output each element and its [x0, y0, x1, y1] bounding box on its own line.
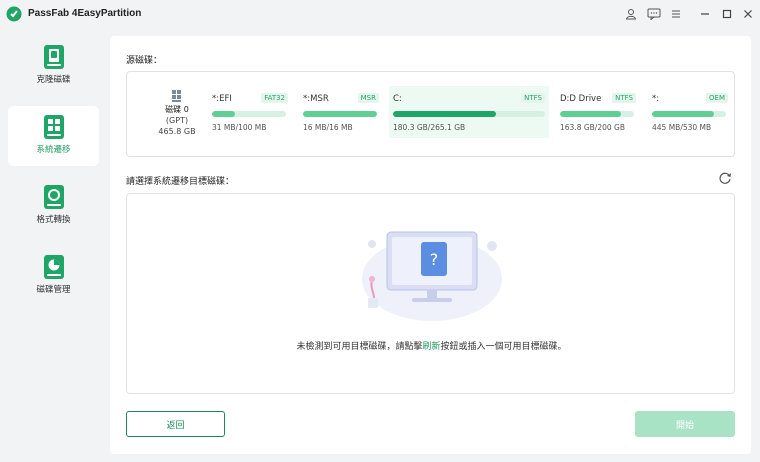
partition-size: 31 MB/100 MB — [212, 123, 267, 132]
system-migration-icon — [43, 115, 64, 139]
partition-usage-bar — [303, 111, 377, 117]
partition-usage-fill — [560, 111, 621, 117]
partition-efi[interactable]: *:EFI FAT32 31 MB/100 MB — [212, 86, 288, 138]
partition-usage-bar — [212, 111, 286, 117]
partition-fs-badge: MSR — [357, 93, 379, 103]
partition-usage-fill — [393, 111, 497, 117]
minimize-icon[interactable] — [697, 6, 713, 22]
refresh-link[interactable]: 刷新 — [422, 342, 440, 352]
partition-name: *:MSR — [303, 94, 329, 104]
partition-size: 445 MB/530 MB — [652, 123, 712, 132]
partition-size: 16 MB/16 MB — [303, 123, 353, 132]
partition-usage-bar — [560, 111, 634, 117]
partition-oem[interactable]: *: OEM 445 MB/530 MB — [652, 86, 728, 138]
windows-disk-icon — [172, 90, 181, 102]
partition-msr[interactable]: *:MSR MSR 16 MB/16 MB — [303, 86, 379, 138]
format-convert-icon — [43, 185, 64, 209]
sidebar-item-label: 格式轉換 — [36, 215, 71, 225]
close-icon[interactable] — [740, 6, 756, 22]
partition-fs-badge: FAT32 — [261, 93, 288, 103]
sidebar-item-disk-management[interactable]: 磁碟管理 — [8, 246, 99, 306]
partition-name: *:EFI — [212, 94, 232, 104]
empty-message-text: 未檢測到可用目標磁碟，請點擊 — [296, 342, 423, 352]
back-button[interactable]: 返回 — [126, 411, 225, 437]
partition-fs-badge: OEM — [706, 93, 728, 103]
partition-usage-bar — [393, 111, 545, 117]
partition-name: C: — [393, 94, 402, 104]
maximize-icon[interactable] — [719, 6, 735, 22]
partition-usage-fill — [652, 111, 715, 117]
sidebar: 克隆磁碟 系統遷移 格式轉換 磁碟管理 — [0, 36, 108, 462]
partition-c[interactable]: C: NTFS 180.3 GB/265.1 GB — [389, 86, 549, 138]
disk-management-icon — [43, 255, 64, 279]
sidebar-item-label: 磁碟管理 — [36, 285, 71, 295]
no-disk-illustration: ? — [362, 231, 502, 321]
feedback-icon[interactable] — [646, 6, 662, 22]
source-disk-label: 源磁碟： — [126, 56, 163, 66]
target-disk-label: 請選擇系統遷移目標磁碟： — [126, 177, 235, 187]
main-panel: 源磁碟： 磁碟 0 (GPT) 465.8 GB *:EFI FAT32 31 … — [110, 36, 751, 454]
sidebar-item-label: 克隆磁碟 — [36, 75, 71, 85]
app-title: PassFab 4EasyPartition — [28, 8, 142, 19]
sidebar-item-clone-disk[interactable]: 克隆磁碟 — [8, 36, 99, 96]
partition-size: 180.3 GB/265.1 GB — [393, 123, 466, 132]
menu-icon[interactable] — [668, 6, 684, 22]
disk-size: 465.8 GB — [158, 127, 196, 136]
disk-name: 磁碟 0 — [165, 105, 189, 114]
sidebar-item-format-convert[interactable]: 格式轉換 — [8, 176, 99, 236]
start-button[interactable]: 開始 — [635, 411, 735, 437]
partition-name: D:D Drive — [560, 94, 602, 104]
partition-usage-bar — [652, 111, 726, 117]
partition-fs-badge: NTFS — [521, 93, 545, 103]
partition-fs-badge: NTFS — [612, 93, 636, 103]
partition-usage-fill — [212, 111, 235, 117]
svg-text:?: ? — [430, 250, 439, 269]
clone-disk-icon — [43, 45, 64, 69]
empty-message-text: 按鈕或插入一個可用目標磁碟。 — [440, 342, 567, 352]
sidebar-item-system-migration[interactable]: 系統遷移 — [8, 106, 99, 166]
partition-d[interactable]: D:D Drive NTFS 163.8 GB/200 GB — [560, 86, 636, 138]
refresh-icon[interactable] — [718, 171, 732, 185]
sidebar-item-label: 系統遷移 — [36, 145, 71, 155]
partition-usage-fill — [303, 111, 377, 117]
empty-message: 未檢測到可用目標磁碟，請點擊刷新按鈕或插入一個可用目標磁碟。 — [127, 339, 736, 352]
user-icon[interactable] — [623, 6, 639, 22]
disk-info: 磁碟 0 (GPT) 465.8 GB — [147, 90, 207, 137]
disk-style: (GPT) — [165, 116, 189, 125]
partition-name: *: — [652, 94, 660, 104]
partition-size: 163.8 GB/200 GB — [560, 123, 625, 132]
title-bar: PassFab 4EasyPartition — [0, 0, 760, 28]
target-disk-area: ? 未檢測到可用目標磁碟，請點擊刷新按鈕或插入一個可用目標磁碟。 — [126, 193, 735, 394]
app-logo-icon — [6, 6, 22, 22]
source-disk-card: 磁碟 0 (GPT) 465.8 GB *:EFI FAT32 31 MB/10… — [126, 71, 735, 157]
